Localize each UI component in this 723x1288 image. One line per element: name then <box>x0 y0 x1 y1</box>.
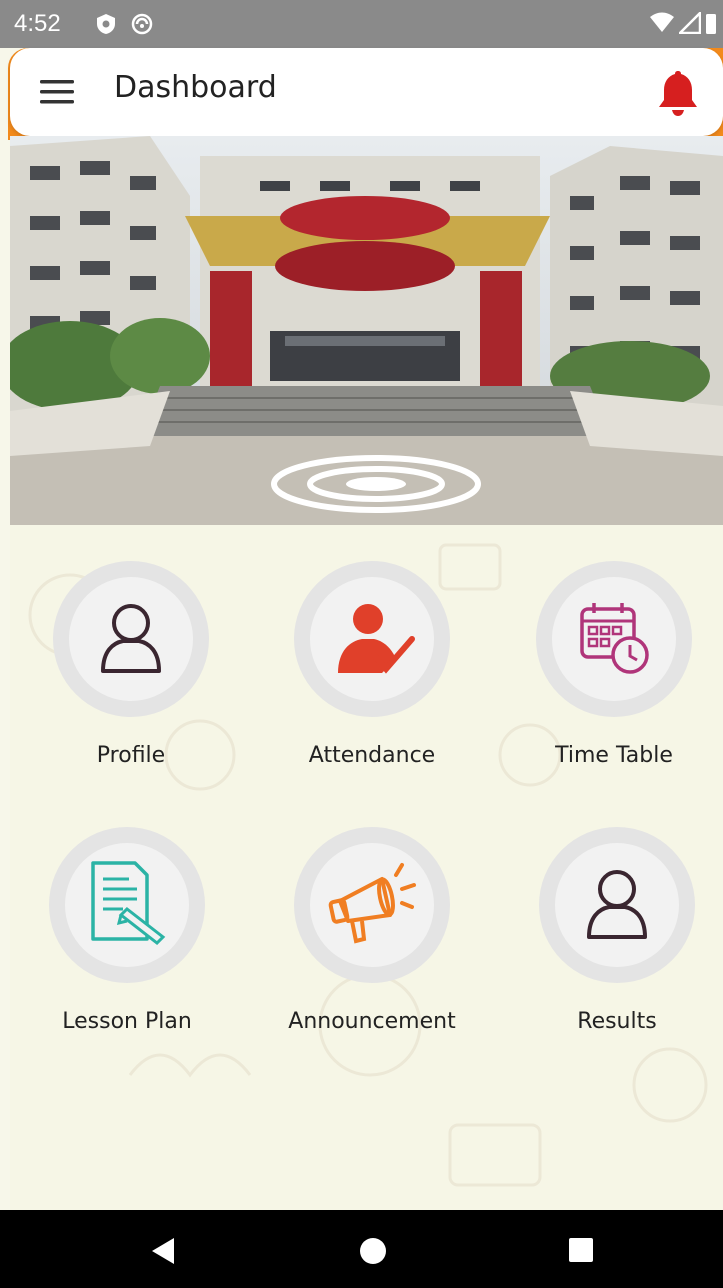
tile-label-announcement: Announcement <box>288 1009 456 1034</box>
time-table-circle[interactable] <box>536 561 692 717</box>
notification-bell-icon[interactable] <box>655 68 701 118</box>
profile-circle[interactable] <box>53 561 209 717</box>
tile-label-results: Results <box>577 1009 657 1034</box>
tile-profile[interactable]: Profile <box>31 561 231 768</box>
tile-lesson-plan[interactable]: Lesson Plan <box>27 827 227 1034</box>
attendance-circle[interactable] <box>294 561 450 717</box>
attendance-check-icon <box>338 604 415 674</box>
lesson-plan-circle[interactable] <box>49 827 205 983</box>
tile-label-lesson-plan: Lesson Plan <box>62 1009 192 1034</box>
tile-results[interactable]: Results <box>517 827 717 1034</box>
tile-label-profile: Profile <box>96 743 166 768</box>
college-building-illustration <box>10 136 723 525</box>
tile-time-table[interactable]: Time Table <box>514 561 714 768</box>
megaphone-icon <box>328 863 416 944</box>
status-bar: 4:52 <box>0 0 723 48</box>
recents-square-icon[interactable] <box>568 1237 594 1263</box>
back-triangle-icon[interactable] <box>150 1237 176 1265</box>
wifi-icon <box>650 12 674 32</box>
tile-label-time-table: Time Table <box>555 743 673 768</box>
signal-icon <box>679 12 701 34</box>
announcement-circle[interactable] <box>294 827 450 983</box>
hero-image <box>10 136 723 525</box>
user-outline-icon <box>101 604 161 673</box>
battery-icon <box>706 14 716 34</box>
system-navigation-bar <box>0 1210 723 1288</box>
sync-icon <box>131 13 153 35</box>
document-pencil-icon <box>91 861 166 945</box>
page-title: Dashboard <box>114 70 277 105</box>
shield-icon <box>97 14 115 34</box>
status-time: 4:52 <box>14 10 61 37</box>
tile-attendance[interactable]: Attendance <box>272 561 472 768</box>
tile-announcement[interactable]: Announcement <box>272 827 472 1034</box>
app-toolbar: Dashboard <box>10 48 723 136</box>
user-outline-icon <box>587 870 647 939</box>
home-circle-icon[interactable] <box>359 1237 387 1265</box>
dashboard-grid: Profile Attendance Time Table Lesson Pla… <box>10 525 723 1210</box>
calendar-clock-icon <box>580 603 649 674</box>
tile-label-attendance: Attendance <box>308 743 436 768</box>
results-circle[interactable] <box>539 827 695 983</box>
hamburger-menu-icon[interactable] <box>40 78 74 106</box>
